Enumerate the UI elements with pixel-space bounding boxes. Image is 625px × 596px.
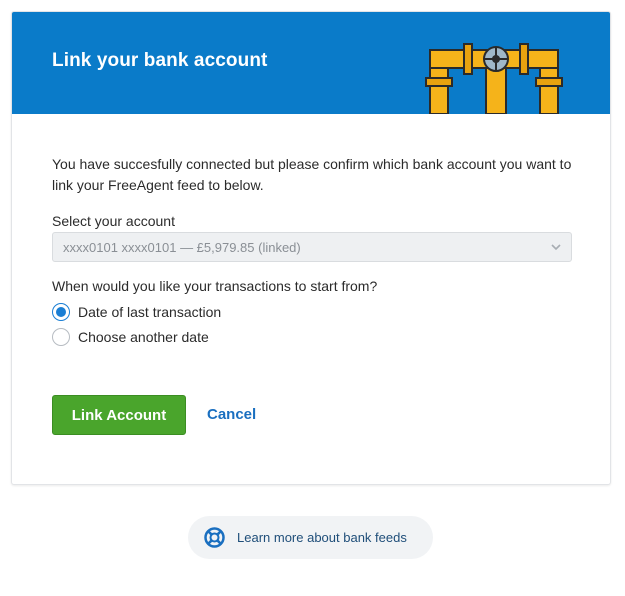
learn-more-label: Learn more about bank feeds	[237, 530, 407, 545]
account-select[interactable]: xxxx0101 xxxx0101 — £5,979.85 (linked)	[52, 232, 572, 262]
page-title: Link your bank account	[52, 50, 268, 71]
chevron-down-icon	[551, 244, 561, 251]
cancel-link[interactable]: Cancel	[207, 406, 256, 423]
link-account-button[interactable]: Link Account	[52, 395, 186, 435]
lifebuoy-icon	[204, 527, 225, 548]
radio-button[interactable]	[52, 303, 70, 321]
card-header: Link your bank account	[12, 12, 610, 114]
start-from-question: When would you like your transactions to…	[52, 278, 378, 294]
intro-text: You have succesfully connected but pleas…	[52, 156, 572, 193]
learn-more-bank-feeds-link[interactable]: Learn more about bank feeds	[188, 516, 433, 559]
radio-label: Date of last transaction	[78, 304, 222, 320]
account-select-value: xxxx0101 xxxx0101 — £5,979.85 (linked)	[63, 240, 301, 255]
radio-button[interactable]	[52, 328, 70, 346]
link-bank-account-card: Link your bank account You have succesfu…	[11, 11, 611, 485]
select-account-label: Select your account	[52, 213, 175, 229]
pipes-valve-icon	[425, 43, 563, 114]
radio-label: Choose another date	[78, 329, 209, 345]
